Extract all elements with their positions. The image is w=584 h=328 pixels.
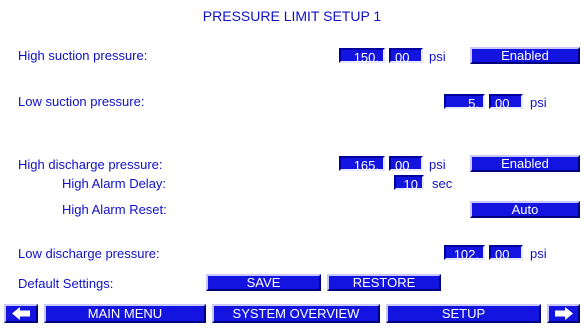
high-suction-enable-button[interactable]: Enabled xyxy=(470,47,580,64)
low-suction-int-field[interactable]: 5. xyxy=(444,94,485,111)
arrow-left-icon xyxy=(12,307,30,320)
low-discharge-dec-field[interactable]: 00 xyxy=(489,245,523,262)
high-alarm-delay-label: High Alarm Delay: xyxy=(62,176,167,191)
low-suction-dec-field[interactable]: 00 xyxy=(489,94,523,111)
high-discharge-label: High discharge pressure: xyxy=(18,157,163,172)
low-suction-unit: psi xyxy=(530,95,547,110)
low-discharge-unit: psi xyxy=(530,246,547,261)
high-discharge-enable-button[interactable]: Enabled xyxy=(470,155,580,172)
high-suction-int-field[interactable]: 150. xyxy=(339,48,385,65)
low-discharge-label: Low discharge pressure: xyxy=(18,246,160,261)
arrow-right-icon xyxy=(554,307,573,320)
low-discharge-int-field[interactable]: 102. xyxy=(444,245,485,262)
high-suction-label: High suction pressure: xyxy=(18,48,148,63)
high-discharge-unit: psi xyxy=(429,157,446,172)
high-suction-unit: psi xyxy=(429,49,446,64)
system-overview-button[interactable]: SYSTEM OVERVIEW xyxy=(212,304,380,323)
next-screen-button[interactable] xyxy=(547,304,580,323)
high-alarm-reset-label: High Alarm Reset: xyxy=(62,202,167,217)
page-title: PRESSURE LIMIT SETUP 1 xyxy=(202,8,382,24)
default-settings-label: Default Settings: xyxy=(18,276,114,291)
save-button[interactable]: SAVE xyxy=(206,274,321,291)
high-discharge-int-field[interactable]: 165. xyxy=(339,156,385,173)
restore-button[interactable]: RESTORE xyxy=(327,274,441,291)
low-suction-label: Low suction pressure: xyxy=(18,94,145,109)
high-suction-dec-field[interactable]: 00 xyxy=(389,48,423,65)
main-menu-button[interactable]: MAIN MENU xyxy=(44,304,206,323)
high-discharge-dec-field[interactable]: 00 xyxy=(389,156,423,173)
high-alarm-delay-field[interactable]: 10 xyxy=(394,175,424,192)
prev-screen-button[interactable] xyxy=(4,304,38,323)
high-alarm-reset-button[interactable]: Auto xyxy=(470,201,580,218)
setup-button[interactable]: SETUP xyxy=(386,304,541,323)
high-alarm-delay-unit: sec xyxy=(432,176,453,191)
